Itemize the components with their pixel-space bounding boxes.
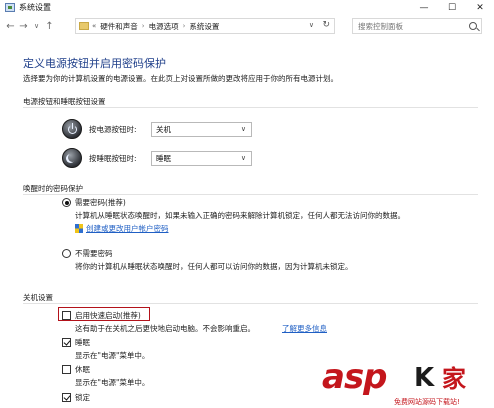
breadcrumb-power-options[interactable]: 电源选项 [149,21,179,32]
require-password-label[interactable]: 需要密码(推荐) [75,197,126,208]
watermark-text: asp [322,357,388,397]
require-password-option[interactable]: 需要密码(推荐) [62,197,126,208]
learn-more-link[interactable]: 了解更多信息 [282,323,327,334]
close-button[interactable]: ✕ [466,0,494,15]
window-controls: — ☐ ✕ [410,0,494,15]
no-password-option[interactable]: 不需要密码 [62,248,113,259]
maximize-button[interactable]: ☐ [438,0,466,15]
no-password-label[interactable]: 不需要密码 [75,248,113,259]
no-password-description: 将你的计算机从睡眠状态唤醒时，任何人都可以访问你的数据，因为计算机未锁定。 [75,262,353,271]
power-icon [62,119,82,139]
hibernate-checkbox[interactable] [62,365,71,374]
sleep-button-select[interactable]: 睡眠 ∨ [151,150,252,166]
breadcrumb-system-settings[interactable]: 系统设置 [189,21,219,32]
breadcrumb-separator[interactable]: › [142,22,145,30]
breadcrumb-separator[interactable]: › [183,22,186,30]
sleep-description: 显示在"电源"菜单中。 [75,351,150,360]
minimize-button[interactable]: — [410,0,438,15]
no-password-radio[interactable] [62,249,71,258]
lock-option[interactable]: 锁定 [62,392,90,403]
search-box [352,18,482,34]
moon-icon [62,148,82,168]
watermark-subtitle: 免费网站源码下载站! [394,398,460,406]
wake-section-header: 唤醒时的密码保护 [23,184,83,193]
sleep-option[interactable]: 睡眠 [62,337,90,348]
forward-button[interactable]: → [17,18,30,34]
shutdown-section-header: 关机设置 [23,293,53,302]
sleep-label[interactable]: 睡眠 [75,337,90,348]
window-title: 系统设置 [19,3,51,12]
page-description: 选择要为你的计算机设置的电源设置。在此页上对设置所做的更改将应用于你的所有电源计… [23,74,338,83]
power-section-header: 电源按钮和睡眠按钮设置 [23,97,106,106]
chevron-down-icon: ∨ [240,153,246,162]
breadcrumb-overflow[interactable]: « [92,22,96,30]
hibernate-label[interactable]: 休眠 [75,364,90,375]
refresh-icon[interactable]: ↻ [322,20,330,30]
power-button-label: 按电源按钮时: [89,124,137,134]
require-password-description: 计算机从睡眠状态唤醒时，如果未输入正确的密码来解除计算机锁定，任何人都无法访问你… [75,211,405,220]
address-toolbar: ← → ∨ ↑ « 硬件和声音 › 电源选项 › 系统设置 ∨ ↻ [0,15,494,37]
power-button-row: 按电源按钮时: 关机 ∨ [62,118,252,140]
breadcrumb[interactable]: « 硬件和声音 › 电源选项 › 系统设置 ∨ ↻ [75,18,335,34]
watermark-k: K [414,363,435,393]
back-button[interactable]: ← [4,18,17,34]
lock-label[interactable]: 锁定 [75,392,90,403]
chevron-down-icon: ∨ [240,124,246,133]
watermark-cn: 家 [442,365,466,393]
recent-locations-button[interactable]: ∨ [30,18,43,34]
watermark-logo: asp K 家 免费网站源码下载站! [318,357,494,408]
breadcrumb-hardware-sound[interactable]: 硬件和声音 [100,21,138,32]
fast-startup-option[interactable]: 启用快速启动(推荐) [62,310,141,321]
fast-startup-description: 这有助于在关机之后更快地启动电脑。不会影响重启。 [75,324,255,333]
up-button[interactable]: ↑ [43,18,56,34]
shield-icon [75,224,83,233]
search-input[interactable] [358,21,463,31]
sleep-button-value: 睡眠 [156,153,171,163]
section-divider [23,107,478,108]
fast-startup-label[interactable]: 启用快速启动(推荐) [75,310,141,321]
require-password-radio[interactable] [62,198,71,207]
change-password-link[interactable]: 创建或更改用户帐户密码 [86,223,169,234]
sleep-button-label: 按睡眠按钮时: [89,153,137,163]
sleep-checkbox[interactable] [62,338,71,347]
search-icon[interactable] [469,22,477,30]
page-title: 定义电源按钮并启用密码保护 [23,57,166,70]
sleep-button-row: 按睡眠按钮时: 睡眠 ∨ [62,147,252,169]
main-content: 定义电源按钮并启用密码保护 选择要为你的计算机设置的电源设置。在此页上对设置所做… [0,37,494,408]
power-button-select[interactable]: 关机 ∨ [151,121,252,137]
folder-icon [79,22,89,30]
section-divider [23,194,478,195]
lock-checkbox[interactable] [62,393,71,402]
control-panel-icon [5,3,15,12]
address-dropdown-button[interactable]: ∨ [309,21,314,29]
hibernate-description: 显示在"电源"菜单中。 [75,378,150,387]
power-button-value: 关机 [156,124,171,134]
title-bar: 系统设置 — ☐ ✕ [0,0,494,15]
hibernate-option[interactable]: 休眠 [62,364,90,375]
section-divider [23,303,478,304]
fast-startup-checkbox[interactable] [62,311,71,320]
